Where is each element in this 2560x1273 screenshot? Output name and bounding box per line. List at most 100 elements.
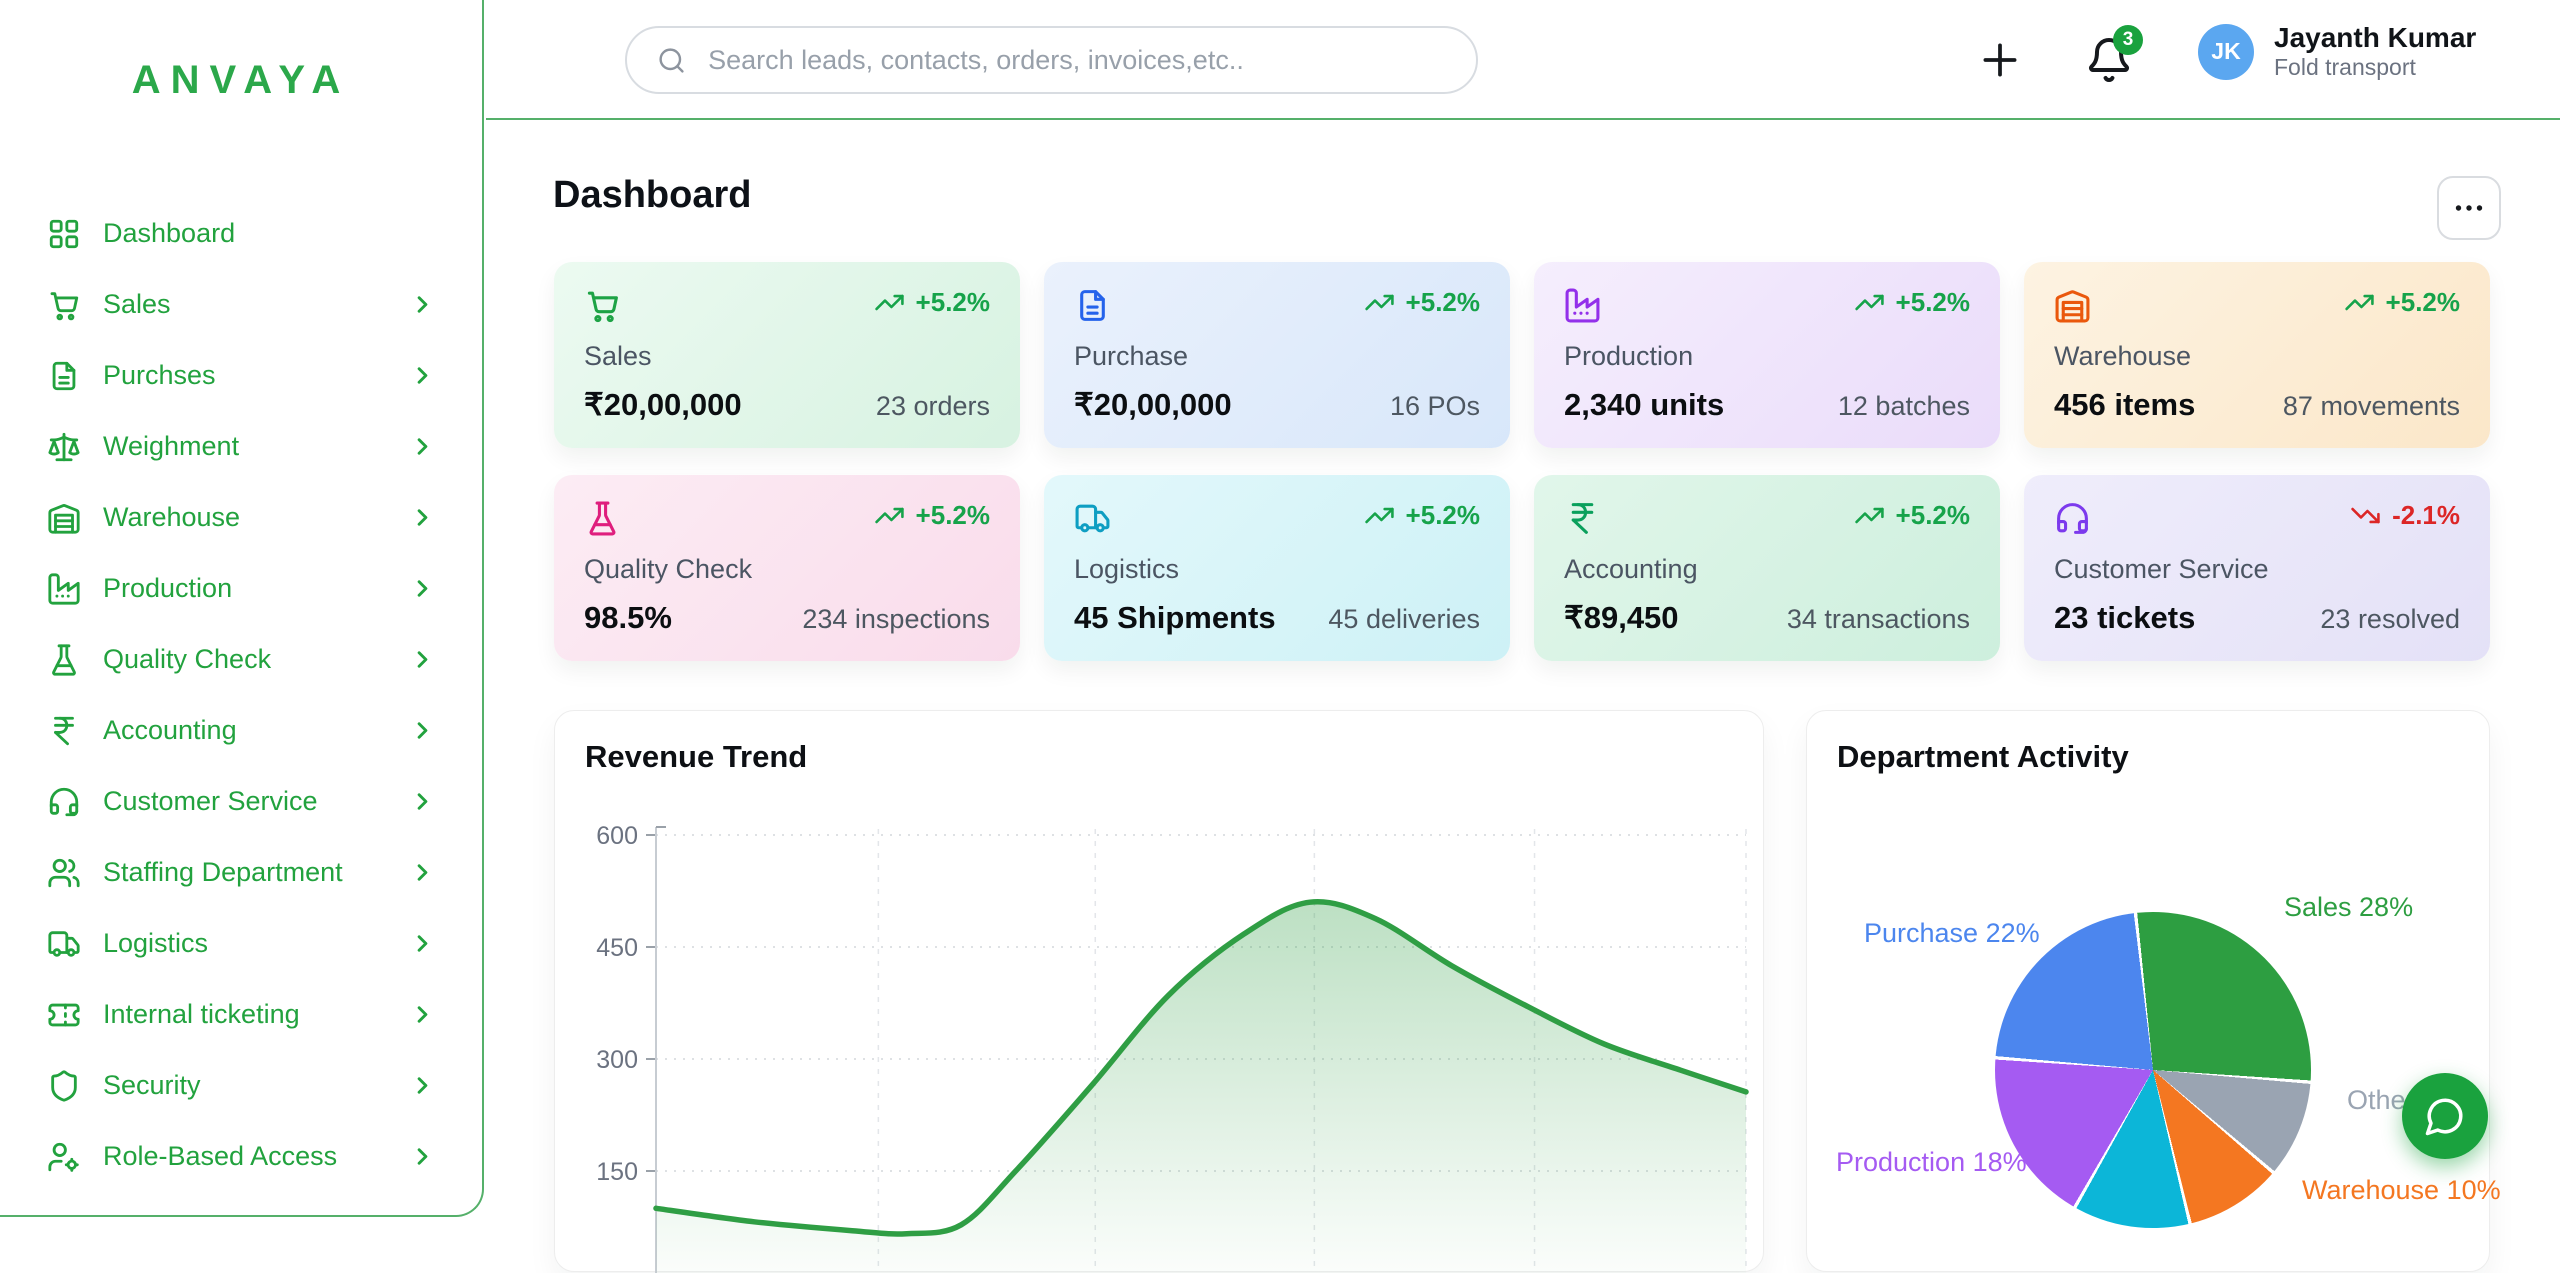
y-tick-label: 600 (596, 822, 638, 850)
kpi-card-purchase: +5.2% Purchase ₹20,00,000 16 POs (1044, 262, 1510, 448)
sidebar: ANVAYA Dashboard Sales Purchses Weighmen… (0, 0, 484, 1217)
kpi-card-sales: +5.2% Sales ₹20,00,000 23 orders (554, 262, 1020, 448)
kpi-secondary: 87 movements (2283, 391, 2460, 422)
chevron-right-icon (409, 646, 436, 673)
headset-icon (47, 785, 81, 819)
sidebar-item-dashboard[interactable]: Dashboard (0, 198, 480, 269)
chevron-right-icon (409, 575, 436, 602)
kpi-value: 45 Shipments (1074, 600, 1276, 636)
chevron-right-icon (409, 930, 436, 957)
sidebar-item-label: Customer Service (103, 786, 409, 817)
sidebar-item-label: Purchses (103, 360, 409, 391)
sidebar-item-purchses[interactable]: Purchses (0, 340, 480, 411)
kpi-trend: +5.2% (1364, 500, 1480, 531)
kpi-label: Accounting (1564, 554, 1970, 585)
kpi-trend: +5.2% (1364, 287, 1480, 318)
chat-icon (2424, 1095, 2466, 1137)
rupee-icon (1564, 500, 1601, 537)
warehouse-icon (47, 501, 81, 535)
sidebar-item-security[interactable]: Security (0, 1050, 480, 1121)
sidebar-item-label: Security (103, 1070, 409, 1101)
user-name: Jayanth Kumar (2274, 22, 2476, 54)
sidebar-item-accounting[interactable]: Accounting (0, 695, 480, 766)
sidebar-item-weighment[interactable]: Weighment (0, 411, 480, 482)
sidebar-item-quality-check[interactable]: Quality Check (0, 624, 480, 695)
chevron-right-icon (409, 717, 436, 744)
rupee-icon (47, 714, 81, 748)
sidebar-item-label: Logistics (103, 928, 409, 959)
pie-label-warehouse: Warehouse 10% (2302, 1175, 2501, 1206)
kpi-secondary: 23 resolved (2320, 604, 2460, 635)
headset-icon (2054, 500, 2091, 537)
truck-icon (47, 927, 81, 961)
top-header: 3 JK Jayanth Kumar Fold transport (486, 0, 2560, 120)
kpi-secondary: 12 batches (1838, 391, 1970, 422)
flask-icon (584, 500, 621, 537)
sidebar-item-warehouse[interactable]: Warehouse (0, 482, 480, 553)
kpi-value: ₹20,00,000 (1074, 387, 1232, 423)
sidebar-item-customer-service[interactable]: Customer Service (0, 766, 480, 837)
kpi-card-logistics: +5.2% Logistics 45 Shipments 45 deliveri… (1044, 475, 1510, 661)
chevron-right-icon (409, 788, 436, 815)
dashboard-grid-icon (47, 217, 81, 251)
search-icon (657, 45, 686, 76)
chevron-right-icon (409, 1001, 436, 1028)
user-menu[interactable]: JK Jayanth Kumar Fold transport (2198, 22, 2476, 82)
sidebar-item-production[interactable]: Production (0, 553, 480, 624)
sidebar-item-internal-ticketing[interactable]: Internal ticketing (0, 979, 480, 1050)
notifications-button[interactable]: 3 (2085, 33, 2137, 87)
chevron-right-icon (409, 859, 436, 886)
notification-badge: 3 (2113, 25, 2143, 55)
kpi-card-quality-check: +5.2% Quality Check 98.5% 234 inspection… (554, 475, 1020, 661)
revenue-line-chart: 600450300150 (555, 711, 1765, 1273)
pie-label-production: Production 18% (1836, 1147, 2027, 1178)
kpi-label: Quality Check (584, 554, 990, 585)
sidebar-menu: Dashboard Sales Purchses Weighment Wareh… (0, 198, 480, 1192)
kpi-label: Logistics (1074, 554, 1480, 585)
revenue-trend-card: Revenue Trend 600450300150 (554, 710, 1764, 1272)
flask-icon (47, 643, 81, 677)
sidebar-item-sales[interactable]: Sales (0, 269, 480, 340)
department-pie-chart (1995, 912, 2311, 1228)
sidebar-item-label: Quality Check (103, 644, 409, 675)
kpi-label: Warehouse (2054, 341, 2460, 372)
sidebar-item-logistics[interactable]: Logistics (0, 908, 480, 979)
factory-icon (1564, 287, 1601, 324)
chevron-right-icon (409, 1072, 436, 1099)
brand-logo: ANVAYA (0, 58, 482, 103)
trending-up-icon (1854, 500, 1885, 531)
kpi-trend: +5.2% (874, 287, 990, 318)
kpi-label: Sales (584, 341, 990, 372)
trending-up-icon (1364, 500, 1395, 531)
kpi-label: Customer Service (2054, 554, 2460, 585)
kpi-value: ₹20,00,000 (584, 387, 742, 423)
sidebar-item-label: Sales (103, 289, 409, 320)
chevron-right-icon (409, 1143, 436, 1170)
user-gear-icon (47, 1140, 81, 1174)
kpi-label: Purchase (1074, 341, 1480, 372)
chevron-right-icon (409, 433, 436, 460)
trending-up-icon (874, 287, 905, 318)
more-options-button[interactable] (2437, 176, 2501, 240)
search-bar[interactable] (625, 26, 1478, 94)
kpi-grid: +5.2% Sales ₹20,00,000 23 orders +5.2% P… (554, 262, 2492, 661)
trending-up-icon (1364, 287, 1395, 318)
department-activity-title: Department Activity (1837, 739, 2129, 775)
sidebar-item-label: Warehouse (103, 502, 409, 533)
document-icon (47, 359, 81, 393)
kpi-trend: +5.2% (874, 500, 990, 531)
sidebar-item-staffing-department[interactable]: Staffing Department (0, 837, 480, 908)
sidebar-item-label: Production (103, 573, 409, 604)
cart-icon (47, 288, 81, 322)
warehouse-icon (2054, 287, 2091, 324)
kpi-secondary: 234 inspections (802, 604, 990, 635)
ticket-icon (47, 998, 81, 1032)
add-button[interactable] (1975, 35, 2025, 85)
pie-label-sales: Sales 28% (2284, 892, 2413, 923)
sidebar-item-role-based-access[interactable]: Role-Based Access (0, 1121, 480, 1192)
shield-icon (47, 1069, 81, 1103)
search-input[interactable] (706, 44, 1446, 77)
scale-icon (47, 430, 81, 464)
chat-fab[interactable] (2402, 1073, 2488, 1159)
kpi-card-production: +5.2% Production 2,340 units 12 batches (1534, 262, 2000, 448)
